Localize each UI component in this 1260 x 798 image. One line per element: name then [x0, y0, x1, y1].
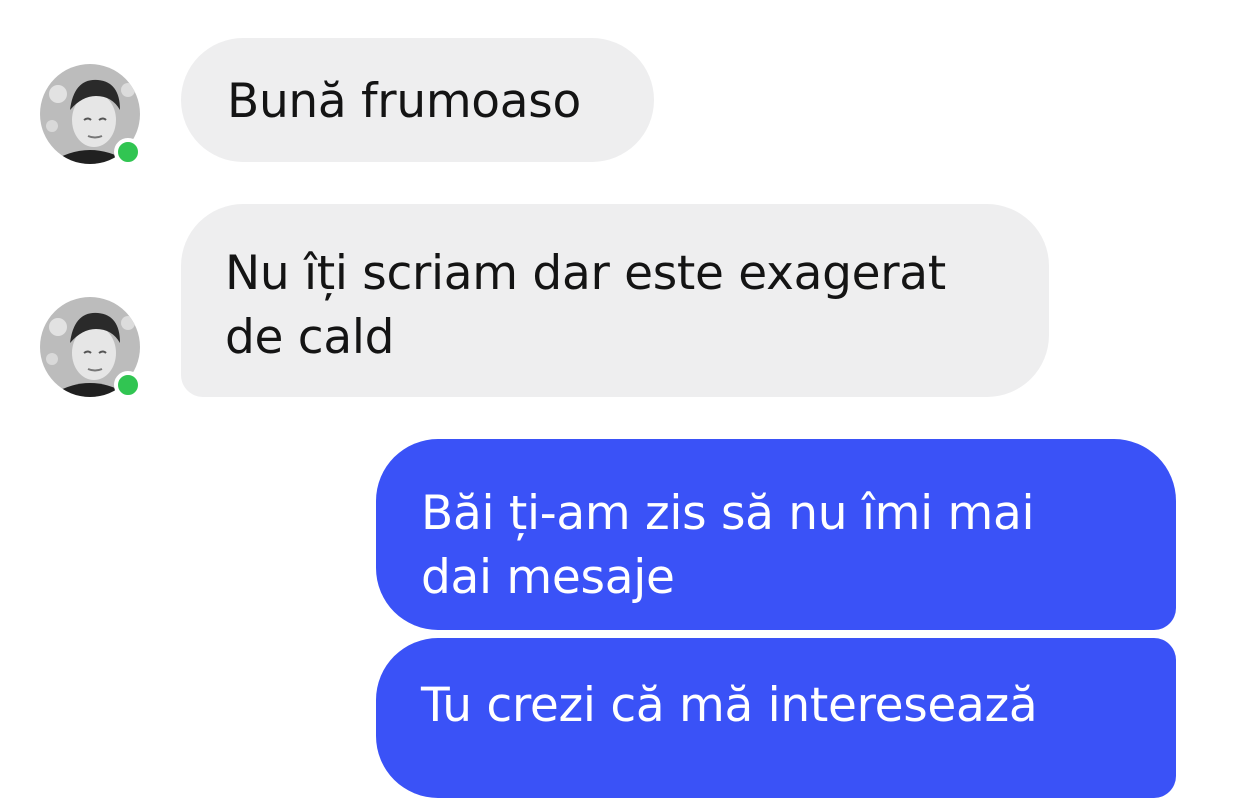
message-line: Bună frumoaso [227, 74, 581, 129]
message-line: Nu îți scriam dar este exagerat [225, 246, 946, 301]
incoming-message[interactable]: Bună frumoaso [181, 38, 654, 162]
message-line: Băi ți-am zis să nu îmi mai [421, 486, 1035, 541]
outgoing-message[interactable]: Tu crezi că mă interesează [376, 638, 1176, 798]
outgoing-message[interactable]: Băi ți-am zis să nu îmi mai dai mesaje [376, 439, 1176, 630]
contact-avatar[interactable] [40, 297, 142, 399]
online-status-indicator [114, 138, 142, 166]
message-line: Tu crezi că mă interesează [421, 678, 1038, 733]
message-line: dai mesaje [421, 550, 675, 605]
contact-avatar[interactable] [40, 64, 142, 166]
online-status-indicator [114, 371, 142, 399]
message-line: de cald [225, 310, 395, 365]
incoming-message[interactable]: Nu îți scriam dar este exagerat de cald [181, 204, 1049, 397]
chat-thread: Bună frumoaso Nu îți scriam dar este exa [0, 0, 1260, 798]
